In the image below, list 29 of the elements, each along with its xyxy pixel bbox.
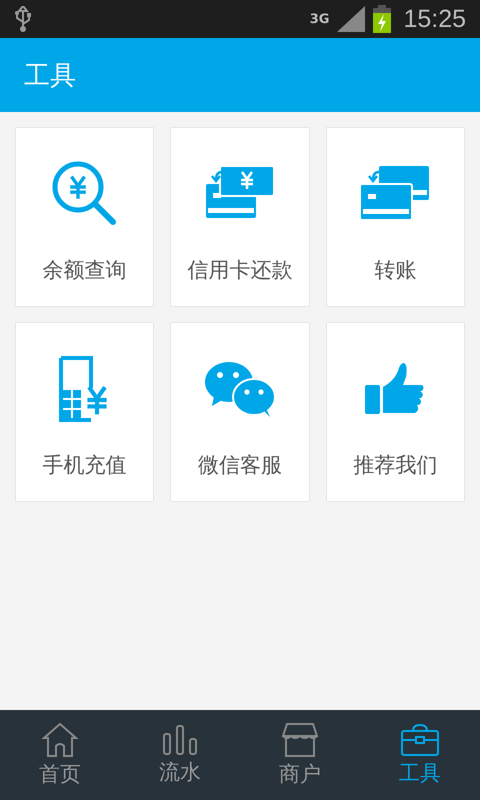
tile-label: 转账 (374, 257, 416, 284)
tool-tile[interactable]: 信用卡还款 (170, 127, 310, 307)
battery-charging-icon (373, 5, 392, 33)
nav-tab[interactable]: 工具 (360, 710, 480, 800)
tool-tile[interactable]: 手机充值 (15, 322, 154, 502)
shop-icon (281, 722, 319, 758)
signal-icon (337, 6, 366, 32)
nav-tab[interactable]: 商户 (240, 710, 360, 800)
cards-icon (359, 166, 432, 222)
tile-label: 微信客服 (198, 452, 282, 479)
tile-label: 手机充值 (42, 452, 127, 479)
usb-icon (14, 6, 32, 32)
page-title: 工具 (24, 60, 76, 92)
thumbs-up-icon (364, 363, 426, 415)
nav-tab[interactable]: 首页 (0, 710, 120, 800)
tile-label: 推荐我们 (353, 452, 438, 479)
network-type: 3G (310, 12, 330, 26)
nav-tab[interactable]: 流水 (120, 710, 240, 800)
bar-chart-icon (162, 724, 198, 756)
tool-tile[interactable]: 余额查询 (15, 127, 154, 307)
tile-label: 余额查询 (42, 257, 127, 284)
clock-time: 15:25 (403, 4, 466, 34)
tool-tile[interactable]: 微信客服 (170, 322, 310, 502)
toolbox-icon (400, 723, 440, 757)
home-icon (41, 722, 79, 758)
tool-tile[interactable]: 推荐我们 (326, 322, 465, 502)
tool-tile[interactable]: 转账 (326, 127, 465, 307)
tile-label: 信用卡还款 (187, 257, 292, 284)
chat-icon (204, 360, 276, 418)
